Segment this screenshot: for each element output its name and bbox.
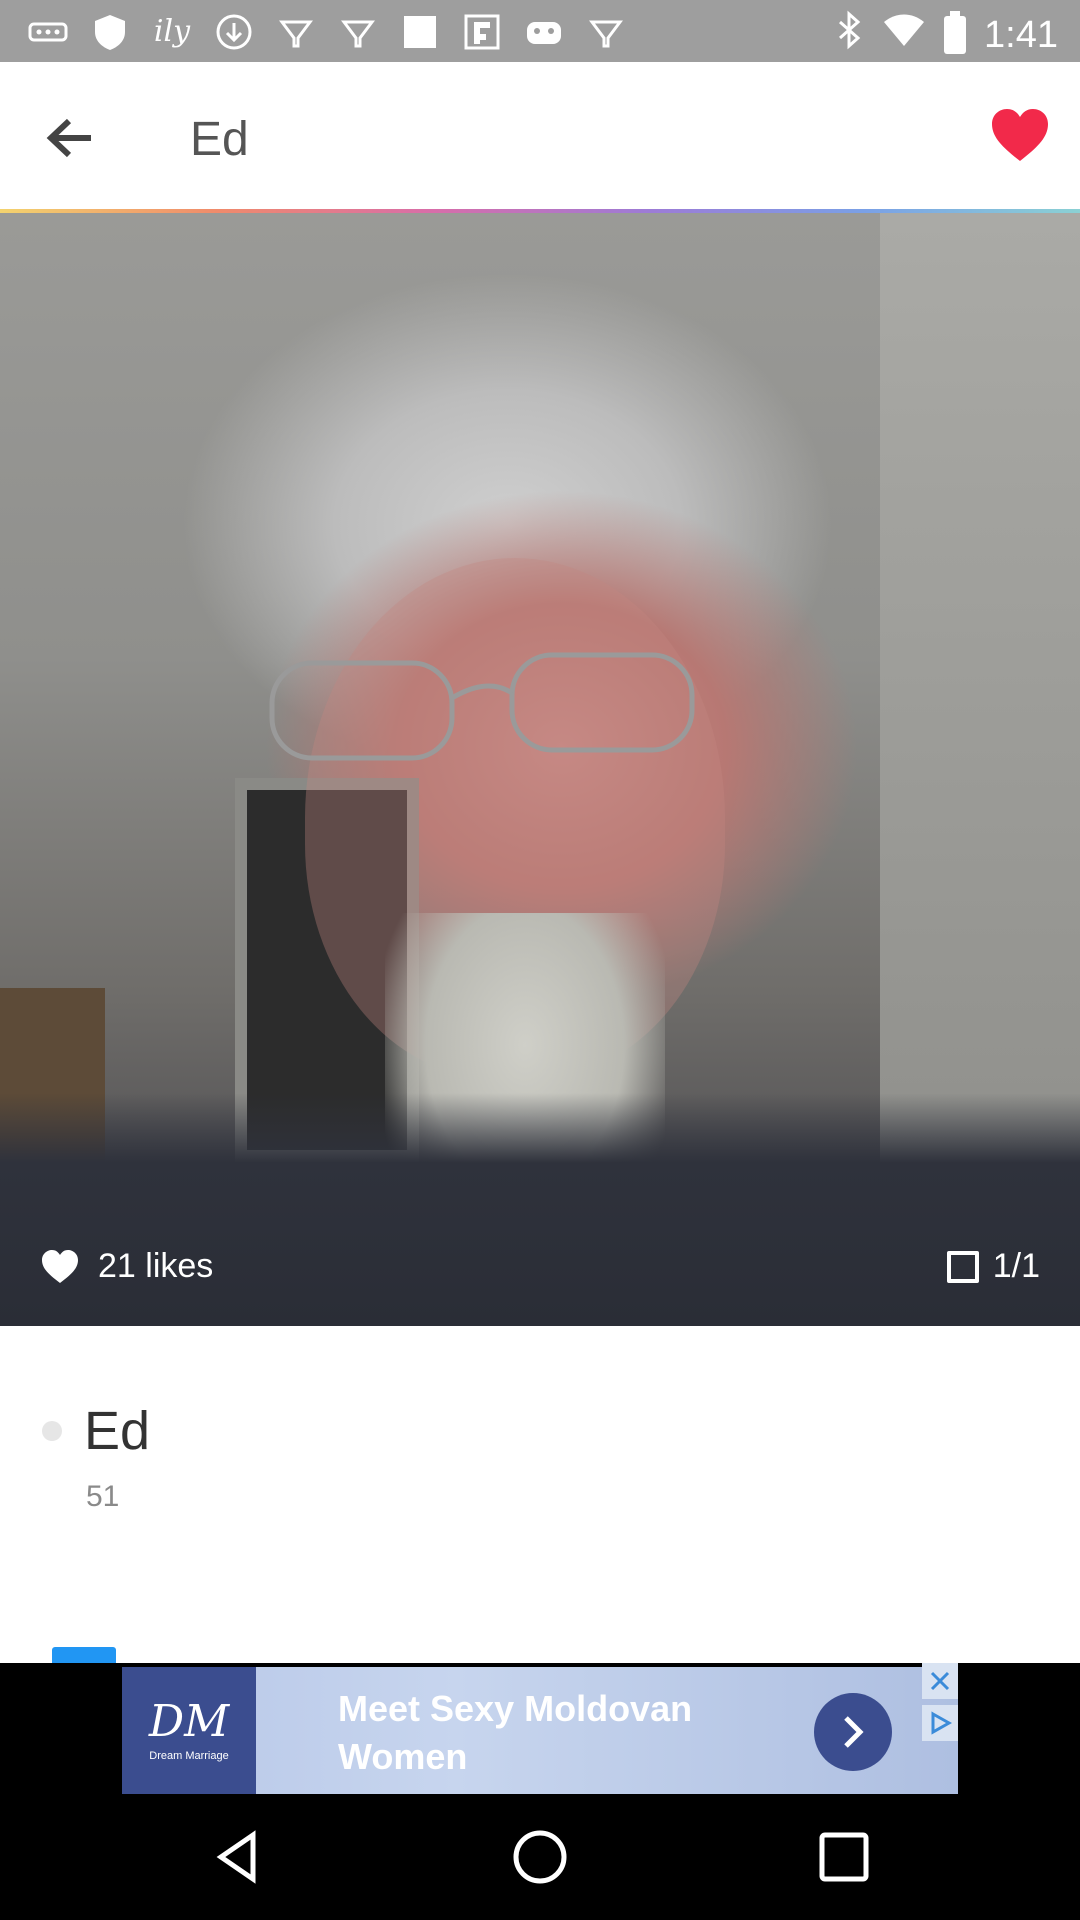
notification-icons: ily — [28, 12, 626, 60]
gallery-icon — [946, 1250, 979, 1283]
wifi-icon — [882, 10, 926, 60]
profile-photo[interactable] — [0, 213, 1080, 1326]
home-circle-icon[interactable] — [510, 1827, 570, 1887]
ad-brand-name: Dream Marriage — [149, 1749, 229, 1762]
system-nav-bar — [0, 1794, 1080, 1920]
photo-count-label: 1/1 — [992, 1247, 1040, 1285]
shield-icon — [90, 12, 130, 60]
photo-counter: 1/1 — [946, 1247, 1040, 1286]
chevron-right-icon — [844, 1716, 864, 1748]
ad-logo-mark: DM — [148, 1695, 230, 1747]
profile-name: Ed — [84, 1401, 151, 1461]
page-title: Ed — [190, 113, 249, 166]
recents-square-icon[interactable] — [814, 1827, 874, 1887]
lightbulb-icon — [276, 12, 316, 60]
gamepad-icon — [524, 12, 564, 60]
ad-choices-button[interactable] — [922, 1705, 958, 1741]
ily-icon: ily — [153, 14, 191, 49]
likes-count: 21 likes — [40, 1247, 213, 1286]
ad-headline: Meet Sexy Moldovan Women — [338, 1688, 693, 1777]
ad-open-button[interactable] — [814, 1693, 892, 1771]
heart-outline-icon — [42, 1249, 78, 1283]
lightbulb-icon — [586, 12, 626, 60]
ad-close-button[interactable] — [922, 1663, 958, 1699]
bluetooth-icon — [834, 10, 864, 60]
square-icon — [400, 12, 440, 60]
close-icon — [930, 1671, 950, 1691]
photo-sweater — [0, 1093, 1080, 1326]
more-dots-icon — [28, 12, 68, 60]
flipboard-icon — [462, 12, 502, 60]
photo-glasses — [269, 652, 695, 761]
lightbulb-icon — [338, 12, 378, 60]
back-button[interactable] — [38, 106, 102, 170]
profile-age: 51 — [86, 1480, 120, 1513]
app-bar: Ed — [0, 62, 1080, 210]
system-status: 1:41 — [834, 10, 1058, 60]
like-button[interactable] — [990, 107, 1050, 163]
partial-button[interactable] — [52, 1647, 116, 1663]
status-bar: ily 1:41 — [0, 0, 1080, 62]
arrow-back-icon — [46, 118, 91, 158]
ad-content[interactable]: DM Dream Marriage Meet Sexy Moldovan Wom… — [122, 1667, 958, 1794]
ad-banner[interactable]: DM Dream Marriage Meet Sexy Moldovan Wom… — [0, 1663, 1080, 1794]
back-triangle-icon[interactable] — [207, 1827, 267, 1887]
heart-icon — [992, 109, 1048, 161]
online-status-dot — [42, 1421, 62, 1441]
ad-brand-logo: DM Dream Marriage — [122, 1667, 256, 1794]
download-icon — [214, 12, 254, 60]
clock: 1:41 — [984, 13, 1058, 56]
battery-icon — [944, 11, 967, 54]
ad-choices-icon — [931, 1711, 952, 1735]
likes-label: 21 likes — [98, 1247, 214, 1285]
